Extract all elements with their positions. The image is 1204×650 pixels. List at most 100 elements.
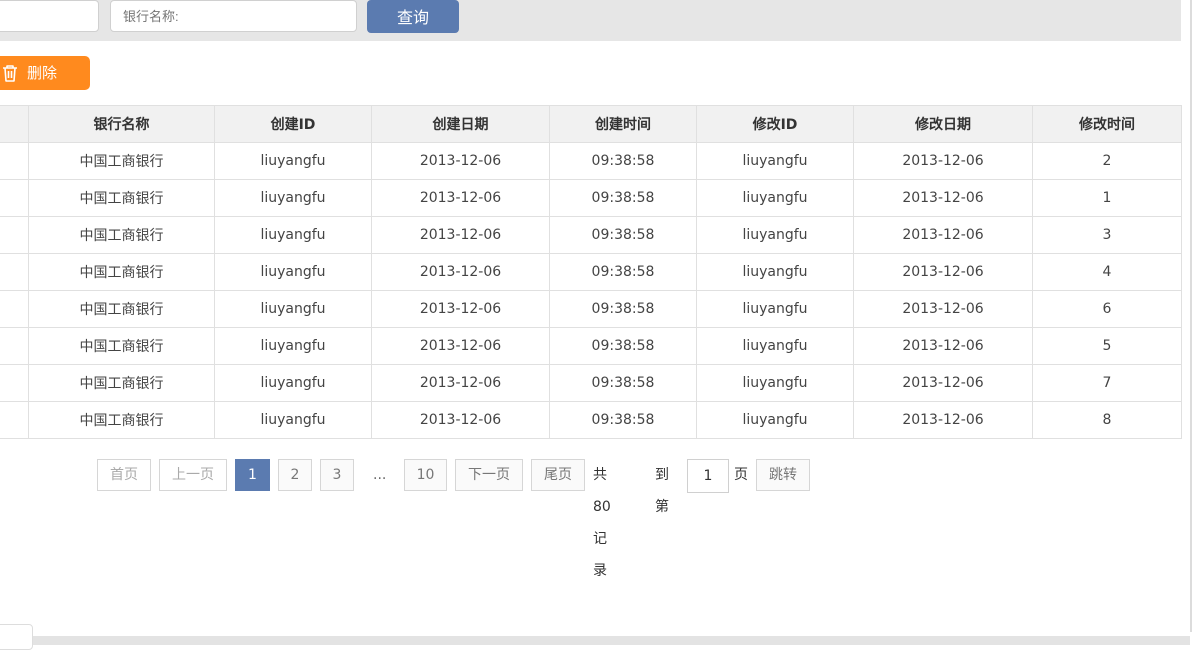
cell-create-id: liuyangfu — [214, 253, 372, 291]
cell-bank-name: 中国工商银行 — [28, 290, 215, 328]
cell-bank-name: 中国工商银行 — [28, 179, 215, 217]
page-button-2[interactable]: 2 — [278, 459, 312, 491]
page-button-3[interactable]: 3 — [320, 459, 354, 491]
table-row[interactable]: 中国工商银行 liuyangfu 2013-12-06 09:38:58 liu… — [0, 216, 1182, 254]
cell-modify-time: 7 — [1032, 364, 1182, 402]
cell-modify-date: 2013-12-06 — [853, 179, 1033, 217]
cell-bank-name: 中国工商银行 — [28, 364, 215, 402]
cell-modify-time: 3 — [1032, 216, 1182, 254]
cell-modify-time: 4 — [1032, 253, 1182, 291]
cell-create-time: 09:38:58 — [549, 253, 697, 291]
table-row[interactable]: 中国工商银行 liuyangfu 2013-12-06 09:38:58 liu… — [0, 327, 1182, 365]
cell-create-id: liuyangfu — [214, 179, 372, 217]
column-header-create-date[interactable]: 创建日期 — [371, 105, 550, 143]
cell-modify-id: liuyangfu — [696, 142, 854, 180]
bottom-tab[interactable] — [0, 624, 33, 650]
cell-modify-time: 6 — [1032, 290, 1182, 328]
page-button-1[interactable]: 1 — [235, 459, 270, 491]
scrollbar-thumb[interactable] — [1190, 0, 1192, 632]
cell-modify-date: 2013-12-06 — [853, 364, 1033, 402]
row-select-cell[interactable] — [0, 290, 29, 328]
total-records-text: 共80记录 — [593, 467, 611, 579]
row-select-cell[interactable] — [0, 216, 29, 254]
prev-page-button[interactable]: 上一页 — [159, 459, 227, 491]
search-input-left[interactable] — [0, 0, 99, 32]
cell-modify-time: 5 — [1032, 327, 1182, 365]
trash-icon — [3, 65, 17, 82]
bank-name-input[interactable] — [110, 0, 357, 32]
delete-button[interactable]: 删除 — [0, 56, 90, 90]
delete-button-label: 删除 — [27, 64, 58, 82]
cell-modify-id: liuyangfu — [696, 364, 854, 402]
cell-create-time: 09:38:58 — [549, 327, 697, 365]
cell-modify-date: 2013-12-06 — [853, 253, 1033, 291]
cell-create-id: liuyangfu — [214, 290, 372, 328]
cell-create-id: liuyangfu — [214, 364, 372, 402]
cell-create-date: 2013-12-06 — [371, 327, 550, 365]
column-header-create-id[interactable]: 创建ID — [214, 105, 372, 143]
jump-button[interactable]: 跳转 — [756, 459, 810, 491]
cell-bank-name: 中国工商银行 — [28, 401, 215, 439]
row-select-cell[interactable] — [0, 401, 29, 439]
column-header-select[interactable] — [0, 105, 29, 143]
cell-create-date: 2013-12-06 — [371, 253, 550, 291]
table-row[interactable]: 中国工商银行 liuyangfu 2013-12-06 09:38:58 liu… — [0, 253, 1182, 291]
cell-modify-time: 2 — [1032, 142, 1182, 180]
cell-create-id: liuyangfu — [214, 401, 372, 439]
cell-create-time: 09:38:58 — [549, 290, 697, 328]
cell-create-date: 2013-12-06 — [371, 290, 550, 328]
horizontal-scrollbar[interactable] — [0, 636, 1190, 645]
cell-modify-date: 2013-12-06 — [853, 216, 1033, 254]
cell-modify-id: liuyangfu — [696, 253, 854, 291]
cell-create-date: 2013-12-06 — [371, 179, 550, 217]
table-row[interactable]: 中国工商银行 liuyangfu 2013-12-06 09:38:58 liu… — [0, 364, 1182, 402]
row-select-cell[interactable] — [0, 327, 29, 365]
column-header-modify-time[interactable]: 修改时间 — [1032, 105, 1182, 143]
last-page-button[interactable]: 尾页 — [531, 459, 585, 491]
page-button-10[interactable]: 10 — [404, 459, 447, 491]
cell-bank-name: 中国工商银行 — [28, 327, 215, 365]
goto-suffix-text: 页 — [734, 467, 748, 483]
cell-create-date: 2013-12-06 — [371, 142, 550, 180]
query-button[interactable]: 查询 — [367, 0, 459, 33]
cell-create-id: liuyangfu — [214, 327, 372, 365]
cell-bank-name: 中国工商银行 — [28, 216, 215, 254]
cell-create-time: 09:38:58 — [549, 401, 697, 439]
table-row[interactable]: 中国工商银行 liuyangfu 2013-12-06 09:38:58 liu… — [0, 290, 1182, 328]
goto-prefix-text: 到第 — [655, 467, 669, 515]
vertical-scrollbar[interactable] — [1189, 0, 1204, 645]
column-header-modify-id[interactable]: 修改ID — [696, 105, 854, 143]
row-select-cell[interactable] — [0, 364, 29, 402]
cell-modify-time: 1 — [1032, 179, 1182, 217]
table-row[interactable]: 中国工商银行 liuyangfu 2013-12-06 09:38:58 liu… — [0, 401, 1182, 439]
cell-modify-date: 2013-12-06 — [853, 290, 1033, 328]
row-select-cell[interactable] — [0, 253, 29, 291]
cell-bank-name: 中国工商银行 — [28, 142, 215, 180]
cell-bank-name: 中国工商银行 — [28, 253, 215, 291]
cell-modify-id: liuyangfu — [696, 179, 854, 217]
cell-create-time: 09:38:58 — [549, 179, 697, 217]
next-page-button[interactable]: 下一页 — [455, 459, 523, 491]
cell-modify-date: 2013-12-06 — [853, 327, 1033, 365]
row-select-cell[interactable] — [0, 179, 29, 217]
cell-create-id: liuyangfu — [214, 216, 372, 254]
column-header-bank-name[interactable]: 银行名称 — [28, 105, 215, 143]
cell-modify-date: 2013-12-06 — [853, 142, 1033, 180]
column-header-create-time[interactable]: 创建时间 — [549, 105, 697, 143]
row-select-cell[interactable] — [0, 142, 29, 180]
pager-ellipsis: ... — [373, 467, 387, 483]
column-header-modify-date[interactable]: 修改日期 — [853, 105, 1033, 143]
cell-modify-id: liuyangfu — [696, 401, 854, 439]
first-page-button[interactable]: 首页 — [97, 459, 151, 491]
cell-modify-time: 8 — [1032, 401, 1182, 439]
goto-page-input[interactable] — [687, 459, 729, 493]
table-row[interactable]: 中国工商银行 liuyangfu 2013-12-06 09:38:58 liu… — [0, 142, 1182, 180]
cell-modify-id: liuyangfu — [696, 216, 854, 254]
cell-modify-id: liuyangfu — [696, 327, 854, 365]
cell-create-time: 09:38:58 — [549, 142, 697, 180]
cell-create-time: 09:38:58 — [549, 364, 697, 402]
cell-modify-id: liuyangfu — [696, 290, 854, 328]
cell-create-time: 09:38:58 — [549, 216, 697, 254]
cell-create-date: 2013-12-06 — [371, 364, 550, 402]
table-row[interactable]: 中国工商银行 liuyangfu 2013-12-06 09:38:58 liu… — [0, 179, 1182, 217]
